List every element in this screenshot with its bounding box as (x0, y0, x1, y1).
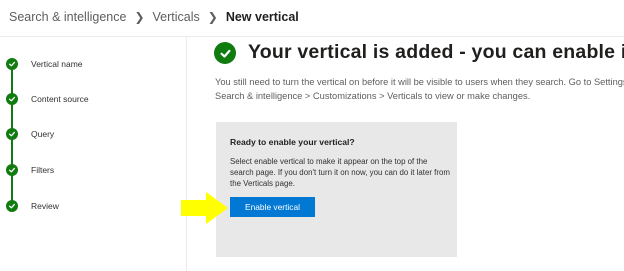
checkmark-circle-icon (6, 58, 18, 70)
step-filters[interactable]: Filters (6, 163, 54, 177)
breadcrumb-verticals[interactable]: Verticals (153, 10, 200, 24)
chevron-right-icon: ❯ (207, 10, 218, 24)
step-vertical-name[interactable]: Vertical name (6, 57, 83, 71)
sidebar-divider (186, 37, 187, 271)
step-label: Content source (31, 94, 89, 104)
checkmark-circle-icon (214, 42, 236, 64)
step-label: Review (31, 201, 59, 211)
step-label: Vertical name (31, 59, 83, 69)
step-label: Query (31, 129, 55, 139)
breadcrumb-search-intelligence[interactable]: Search & intelligence (9, 10, 126, 24)
step-review[interactable]: Review (6, 199, 59, 213)
card-body: Select enable vertical to make it appear… (230, 157, 450, 189)
checkmark-circle-icon (6, 200, 18, 212)
page-description: You still need to turn the vertical on b… (215, 77, 624, 101)
page-title: Your vertical is added - you can enable … (248, 41, 624, 63)
card-title: Ready to enable your vertical? (230, 137, 355, 147)
breadcrumb-current: New vertical (225, 10, 299, 24)
breadcrumb: Search & intelligence ❯ Verticals ❯ New … (9, 8, 299, 26)
enable-vertical-button[interactable]: Enable vertical (230, 197, 315, 217)
step-query[interactable]: Query (6, 127, 54, 141)
step-content-source[interactable]: Content source (6, 92, 89, 106)
wizard-steps: Vertical name Content source Query Filte… (0, 37, 186, 271)
step-label: Filters (31, 165, 55, 175)
checkmark-circle-icon (6, 164, 18, 176)
yellow-arrow-icon (181, 192, 228, 224)
checkmark-circle-icon (6, 128, 18, 140)
chevron-right-icon: ❯ (134, 10, 145, 24)
enable-vertical-card: Ready to enable your vertical? Select en… (216, 122, 457, 257)
checkmark-circle-icon (6, 93, 18, 105)
